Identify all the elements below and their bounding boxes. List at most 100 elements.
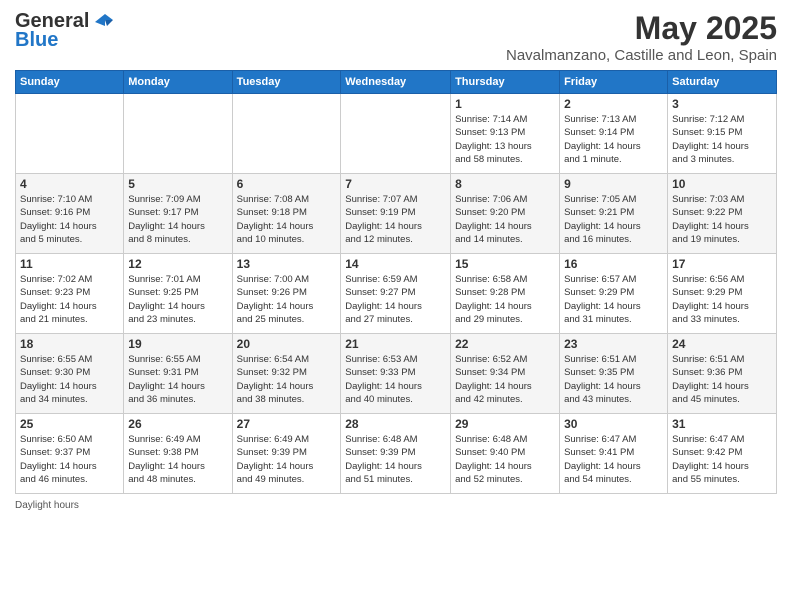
day-number: 10	[672, 177, 772, 191]
calendar-cell: 31 Sunrise: 6:47 AM Sunset: 9:42 PM Dayli…	[668, 414, 777, 494]
day-info: Sunrise: 6:47 AM Sunset: 9:41 PM Dayligh…	[564, 433, 663, 486]
day-info: Sunrise: 6:53 AM Sunset: 9:33 PM Dayligh…	[345, 353, 446, 406]
day-info: Sunrise: 7:05 AM Sunset: 9:21 PM Dayligh…	[564, 193, 663, 246]
logo: General Blue	[15, 10, 113, 52]
calendar-cell: 5 Sunrise: 7:09 AM Sunset: 9:17 PM Daylig…	[124, 174, 232, 254]
header-row: SundayMondayTuesdayWednesdayThursdayFrid…	[16, 71, 777, 94]
day-info: Sunrise: 7:03 AM Sunset: 9:22 PM Dayligh…	[672, 193, 772, 246]
day-info: Sunrise: 6:54 AM Sunset: 9:32 PM Dayligh…	[237, 353, 337, 406]
header: General Blue May 2025 Navalmanzano, Cast…	[15, 10, 777, 64]
calendar-cell: 23 Sunrise: 6:51 AM Sunset: 9:35 PM Dayli…	[560, 334, 668, 414]
week-row-2: 4 Sunrise: 7:10 AM Sunset: 9:16 PM Daylig…	[16, 174, 777, 254]
calendar-cell: 10 Sunrise: 7:03 AM Sunset: 9:22 PM Dayli…	[668, 174, 777, 254]
col-header-friday: Friday	[560, 71, 668, 94]
week-row-4: 18 Sunrise: 6:55 AM Sunset: 9:30 PM Dayli…	[16, 334, 777, 414]
day-number: 3	[672, 97, 772, 111]
col-header-monday: Monday	[124, 71, 232, 94]
day-info: Sunrise: 7:07 AM Sunset: 9:19 PM Dayligh…	[345, 193, 446, 246]
col-header-sunday: Sunday	[16, 71, 124, 94]
day-number: 8	[455, 177, 555, 191]
calendar-cell: 19 Sunrise: 6:55 AM Sunset: 9:31 PM Dayli…	[124, 334, 232, 414]
day-number: 23	[564, 337, 663, 351]
day-number: 6	[237, 177, 337, 191]
day-number: 21	[345, 337, 446, 351]
calendar-cell: 26 Sunrise: 6:49 AM Sunset: 9:38 PM Dayli…	[124, 414, 232, 494]
week-row-1: 1 Sunrise: 7:14 AM Sunset: 9:13 PM Daylig…	[16, 94, 777, 174]
calendar-cell: 3 Sunrise: 7:12 AM Sunset: 9:15 PM Daylig…	[668, 94, 777, 174]
day-info: Sunrise: 6:48 AM Sunset: 9:39 PM Dayligh…	[345, 433, 446, 486]
day-number: 31	[672, 417, 772, 431]
col-header-wednesday: Wednesday	[341, 71, 451, 94]
calendar: SundayMondayTuesdayWednesdayThursdayFrid…	[15, 70, 777, 494]
legend: Daylight hours	[15, 500, 777, 511]
calendar-cell: 14 Sunrise: 6:59 AM Sunset: 9:27 PM Dayli…	[341, 254, 451, 334]
calendar-cell: 2 Sunrise: 7:13 AM Sunset: 9:14 PM Daylig…	[560, 94, 668, 174]
calendar-cell: 6 Sunrise: 7:08 AM Sunset: 9:18 PM Daylig…	[232, 174, 341, 254]
calendar-cell: 17 Sunrise: 6:56 AM Sunset: 9:29 PM Dayli…	[668, 254, 777, 334]
day-number: 14	[345, 257, 446, 271]
day-info: Sunrise: 6:55 AM Sunset: 9:30 PM Dayligh…	[20, 353, 119, 406]
day-info: Sunrise: 7:12 AM Sunset: 9:15 PM Dayligh…	[672, 113, 772, 166]
day-number: 28	[345, 417, 446, 431]
day-number: 9	[564, 177, 663, 191]
day-number: 18	[20, 337, 119, 351]
day-info: Sunrise: 6:50 AM Sunset: 9:37 PM Dayligh…	[20, 433, 119, 486]
day-info: Sunrise: 6:58 AM Sunset: 9:28 PM Dayligh…	[455, 273, 555, 326]
day-number: 30	[564, 417, 663, 431]
daylight-label: Daylight hours	[15, 500, 79, 511]
calendar-cell	[341, 94, 451, 174]
day-info: Sunrise: 7:02 AM Sunset: 9:23 PM Dayligh…	[20, 273, 119, 326]
day-info: Sunrise: 7:08 AM Sunset: 9:18 PM Dayligh…	[237, 193, 337, 246]
day-info: Sunrise: 7:06 AM Sunset: 9:20 PM Dayligh…	[455, 193, 555, 246]
day-number: 5	[128, 177, 227, 191]
day-info: Sunrise: 7:13 AM Sunset: 9:14 PM Dayligh…	[564, 113, 663, 166]
week-row-3: 11Sunrise: 7:02 AM Sunset: 9:23 PM Dayli…	[16, 254, 777, 334]
day-number: 1	[455, 97, 555, 111]
day-number: 20	[237, 337, 337, 351]
calendar-cell: 22 Sunrise: 6:52 AM Sunset: 9:34 PM Dayli…	[451, 334, 560, 414]
calendar-cell	[16, 94, 124, 174]
day-info: Sunrise: 7:01 AM Sunset: 9:25 PM Dayligh…	[128, 273, 227, 326]
day-number: 16	[564, 257, 663, 271]
calendar-cell: 21 Sunrise: 6:53 AM Sunset: 9:33 PM Dayli…	[341, 334, 451, 414]
calendar-cell: 20 Sunrise: 6:54 AM Sunset: 9:32 PM Dayli…	[232, 334, 341, 414]
day-info: Sunrise: 7:14 AM Sunset: 9:13 PM Dayligh…	[455, 113, 555, 166]
calendar-cell: 12Sunrise: 7:01 AM Sunset: 9:25 PM Dayli…	[124, 254, 232, 334]
day-number: 7	[345, 177, 446, 191]
day-info: Sunrise: 6:55 AM Sunset: 9:31 PM Dayligh…	[128, 353, 227, 406]
calendar-cell: 8 Sunrise: 7:06 AM Sunset: 9:20 PM Daylig…	[451, 174, 560, 254]
col-header-tuesday: Tuesday	[232, 71, 341, 94]
day-info: Sunrise: 6:47 AM Sunset: 9:42 PM Dayligh…	[672, 433, 772, 486]
calendar-cell: 27Sunrise: 6:49 AM Sunset: 9:39 PM Dayli…	[232, 414, 341, 494]
day-info: Sunrise: 6:51 AM Sunset: 9:35 PM Dayligh…	[564, 353, 663, 406]
day-info: Sunrise: 7:10 AM Sunset: 9:16 PM Dayligh…	[20, 193, 119, 246]
day-info: Sunrise: 6:59 AM Sunset: 9:27 PM Dayligh…	[345, 273, 446, 326]
day-number: 17	[672, 257, 772, 271]
calendar-cell	[124, 94, 232, 174]
main-title: May 2025	[506, 10, 777, 47]
calendar-cell: 18 Sunrise: 6:55 AM Sunset: 9:30 PM Dayli…	[16, 334, 124, 414]
day-number: 13	[237, 257, 337, 271]
day-info: Sunrise: 6:51 AM Sunset: 9:36 PM Dayligh…	[672, 353, 772, 406]
calendar-cell: 7 Sunrise: 7:07 AM Sunset: 9:19 PM Daylig…	[341, 174, 451, 254]
day-info: Sunrise: 7:09 AM Sunset: 9:17 PM Dayligh…	[128, 193, 227, 246]
day-number: 29	[455, 417, 555, 431]
day-number: 27	[237, 417, 337, 431]
day-number: 25	[20, 417, 119, 431]
day-number: 26	[128, 417, 227, 431]
day-number: 4	[20, 177, 119, 191]
day-number: 24	[672, 337, 772, 351]
day-number: 2	[564, 97, 663, 111]
col-header-saturday: Saturday	[668, 71, 777, 94]
calendar-cell: 13Sunrise: 7:00 AM Sunset: 9:26 PM Dayli…	[232, 254, 341, 334]
day-number: 15	[455, 257, 555, 271]
calendar-cell: 9 Sunrise: 7:05 AM Sunset: 9:21 PM Daylig…	[560, 174, 668, 254]
logo-bird-icon	[91, 12, 113, 32]
day-number: 19	[128, 337, 227, 351]
calendar-cell: 28 Sunrise: 6:48 AM Sunset: 9:39 PM Dayli…	[341, 414, 451, 494]
day-info: Sunrise: 6:56 AM Sunset: 9:29 PM Dayligh…	[672, 273, 772, 326]
day-number: 22	[455, 337, 555, 351]
day-info: Sunrise: 6:49 AM Sunset: 9:38 PM Dayligh…	[128, 433, 227, 486]
day-info: Sunrise: 6:52 AM Sunset: 9:34 PM Dayligh…	[455, 353, 555, 406]
title-section: May 2025 Navalmanzano, Castille and Leon…	[506, 10, 777, 64]
